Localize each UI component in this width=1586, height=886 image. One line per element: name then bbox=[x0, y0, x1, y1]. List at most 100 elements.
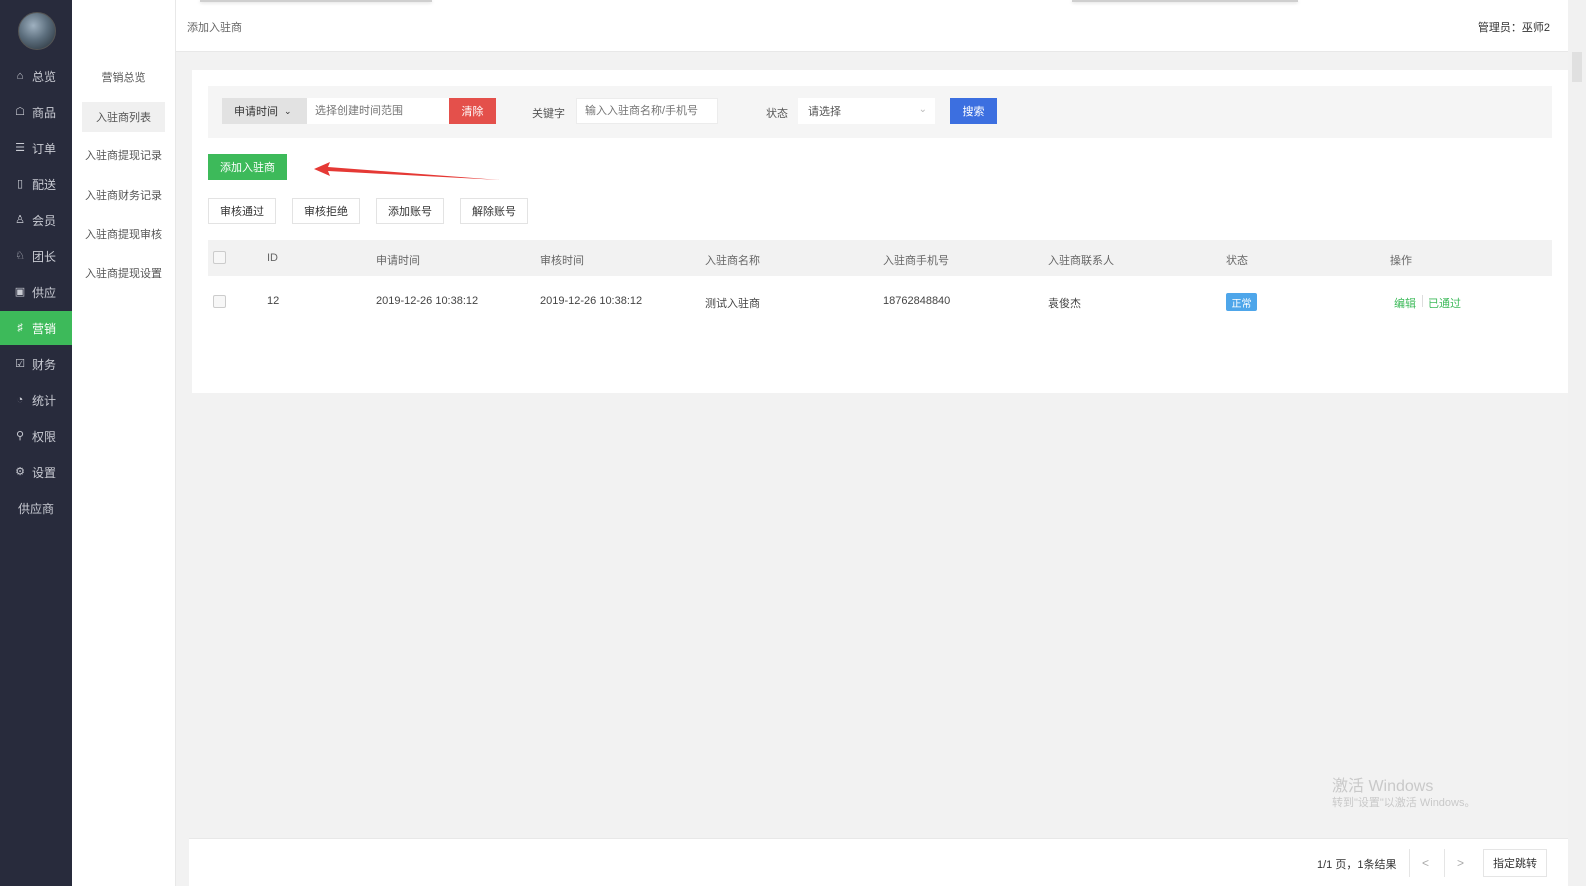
supply-icon: ▣ bbox=[14, 286, 26, 298]
col-status: 状态 bbox=[1226, 255, 1248, 267]
nav-label: 营销 bbox=[32, 321, 57, 336]
finance-icon: ☑ bbox=[15, 358, 25, 370]
nav-label: 订单 bbox=[32, 141, 57, 156]
nav-item-orders[interactable]: ☰ 订单 bbox=[0, 131, 72, 165]
approved-link[interactable]: 已通过 bbox=[1428, 295, 1461, 311]
edit-link[interactable]: 编辑 bbox=[1394, 295, 1416, 311]
col-name: 入驻商名称 bbox=[705, 255, 760, 267]
breadcrumb: 添加入驻商 bbox=[187, 22, 242, 34]
scrollbar-thumb[interactable] bbox=[1572, 52, 1582, 82]
cell-audit-time: 2019-12-26 10:38:12 bbox=[540, 295, 643, 307]
cell-phone: 18762848840 bbox=[883, 295, 951, 307]
filter-bar: 申请时间 ⌄ 清除 关键字 状态 请选择 ⌄ 搜索 bbox=[208, 86, 1552, 138]
admin-user[interactable]: 管理员：巫师2 bbox=[1478, 19, 1550, 35]
activation-watermark-hint: 转到"设置"以激活 Windows。 bbox=[1332, 797, 1476, 809]
time-type-select[interactable]: 申请时间 ⌄ bbox=[222, 98, 307, 124]
cell-apply-time: 2019-12-26 10:38:12 bbox=[376, 295, 479, 307]
clear-button[interactable]: 清除 bbox=[449, 98, 496, 124]
cell-contact: 袁俊杰 bbox=[1048, 298, 1081, 310]
nav-item-delivery[interactable]: ▯ 配送 bbox=[0, 167, 72, 201]
nav-item-settings[interactable]: ⚙ 设置 bbox=[0, 455, 72, 489]
col-audit-time: 审核时间 bbox=[540, 255, 584, 267]
keyword-input[interactable] bbox=[576, 98, 718, 124]
nav-item-overview[interactable]: ⌂ 总览 bbox=[0, 59, 72, 93]
chevron-down-icon: ⌄ bbox=[918, 104, 927, 115]
col-operation: 操作 bbox=[1390, 255, 1412, 267]
cell-name: 测试入驻商 bbox=[705, 298, 760, 310]
member-icon: ♙ bbox=[15, 214, 25, 226]
nav-item-goods[interactable]: ☖ 商品 bbox=[0, 95, 72, 129]
nav-label: 权限 bbox=[32, 429, 57, 444]
link-separator bbox=[1422, 295, 1423, 307]
goods-icon: ☖ bbox=[15, 106, 25, 118]
nav-item-members[interactable]: ♙ 会员 bbox=[0, 203, 72, 237]
marketing-icon: ♯ bbox=[17, 322, 23, 334]
activation-watermark-title: 激活 Windows bbox=[1332, 778, 1434, 795]
permission-icon: ⚲ bbox=[15, 430, 25, 442]
pagination-bar: 1/1 页，1条结果 < > 指定跳转 bbox=[189, 838, 1568, 886]
status-select[interactable]: 请选择 ⌄ bbox=[798, 98, 935, 124]
subnav-withdraw-records[interactable]: 入驻商提现记录 bbox=[82, 140, 165, 170]
col-apply-time: 申请时间 bbox=[376, 255, 420, 267]
subnav-finance-records[interactable]: 入驻商财务记录 bbox=[82, 180, 165, 210]
stats-icon: ◔ bbox=[16, 394, 24, 406]
settings-icon: ⚙ bbox=[15, 466, 25, 478]
nav-label: 设置 bbox=[32, 465, 57, 480]
nav-label: 供应 bbox=[32, 285, 57, 300]
delivery-icon: ▯ bbox=[16, 178, 24, 190]
subnav-merchant-list[interactable]: 入驻商列表 bbox=[82, 102, 165, 132]
prev-page-button[interactable]: < bbox=[1409, 849, 1441, 877]
search-button[interactable]: 搜索 bbox=[950, 98, 997, 124]
nav-label: 供应商 bbox=[17, 501, 54, 516]
date-range-input[interactable] bbox=[307, 98, 449, 124]
subnav-withdraw-settings[interactable]: 入驻商提现设置 bbox=[82, 258, 165, 288]
col-phone: 入驻商手机号 bbox=[883, 255, 949, 267]
nav-label: 配送 bbox=[32, 177, 57, 192]
nav-item-leaders[interactable]: ♘ 团长 bbox=[0, 239, 72, 273]
nav-label: 统计 bbox=[32, 393, 57, 408]
row-checkbox[interactable] bbox=[213, 295, 226, 308]
page-info: 1/1 页，1条结果 bbox=[1317, 859, 1397, 871]
nav-item-finance[interactable]: ☑ 财务 bbox=[0, 347, 72, 381]
nav-item-marketing[interactable]: ♯ 营销 bbox=[0, 311, 72, 345]
main-sidebar: ⌂ 总览 ☖ 商品 ☰ 订单 ▯ 配送 ♙ 会员 ♘ 团长 ▣ 供应 ♯ 营销 … bbox=[0, 0, 72, 886]
select-all-checkbox[interactable] bbox=[213, 251, 226, 264]
nav-item-permissions[interactable]: ⚲ 权限 bbox=[0, 419, 72, 453]
table-header: ID 申请时间 审核时间 入驻商名称 入驻商手机号 入驻商联系人 状态 操作 bbox=[208, 240, 1552, 276]
time-type-label: 申请时间 bbox=[234, 106, 278, 118]
status-badge: 正常 bbox=[1226, 293, 1257, 311]
nav-label: 总览 bbox=[32, 69, 57, 84]
merchant-list-card: 申请时间 ⌄ 清除 关键字 状态 请选择 ⌄ 搜索 添加入驻商 审核通过 审核拒… bbox=[192, 70, 1568, 393]
tooltip-shadow bbox=[1072, 0, 1298, 2]
col-id: ID bbox=[267, 252, 278, 264]
top-header: 添加入驻商 管理员：巫师2 bbox=[176, 0, 1568, 52]
nav-item-supply[interactable]: ▣ 供应 bbox=[0, 275, 72, 309]
subnav-withdraw-audit[interactable]: 入驻商提现审核 bbox=[82, 219, 165, 249]
nav-label: 商品 bbox=[32, 105, 57, 120]
red-arrow-annotation bbox=[314, 162, 500, 180]
home-icon: ⌂ bbox=[16, 70, 24, 82]
jump-page-button[interactable]: 指定跳转 bbox=[1483, 849, 1547, 877]
sub-sidebar: 营销总览 入驻商列表 入驻商提现记录 入驻商财务记录 入驻商提现审核 入驻商提现… bbox=[72, 0, 176, 886]
add-merchant-button[interactable]: 添加入驻商 bbox=[208, 154, 287, 180]
nav-item-supplier[interactable]: 供应商 bbox=[0, 491, 72, 525]
col-contact: 入驻商联系人 bbox=[1048, 255, 1114, 267]
approve-button[interactable]: 审核通过 bbox=[208, 198, 276, 224]
status-label: 状态 bbox=[766, 108, 788, 120]
avatar[interactable] bbox=[18, 12, 56, 50]
subnav-marketing-overview[interactable]: 营销总览 bbox=[82, 62, 165, 92]
page-scrollbar[interactable] bbox=[1568, 0, 1586, 886]
next-page-button[interactable]: > bbox=[1444, 849, 1476, 877]
keyword-label: 关键字 bbox=[532, 108, 565, 120]
cell-id: 12 bbox=[267, 295, 280, 307]
tooltip-shadow bbox=[200, 0, 432, 2]
reject-button[interactable]: 审核拒绝 bbox=[292, 198, 360, 224]
add-account-button[interactable]: 添加账号 bbox=[376, 198, 444, 224]
chevron-down-icon: ⌄ bbox=[284, 105, 292, 116]
remove-account-button[interactable]: 解除账号 bbox=[460, 198, 528, 224]
nav-item-stats[interactable]: ◔ 统计 bbox=[0, 383, 72, 417]
nav-label: 团长 bbox=[32, 249, 57, 264]
table-row: 12 2019-12-26 10:38:12 2019-12-26 10:38:… bbox=[208, 276, 1552, 326]
order-icon: ☰ bbox=[15, 142, 25, 154]
nav-label: 财务 bbox=[32, 357, 57, 372]
